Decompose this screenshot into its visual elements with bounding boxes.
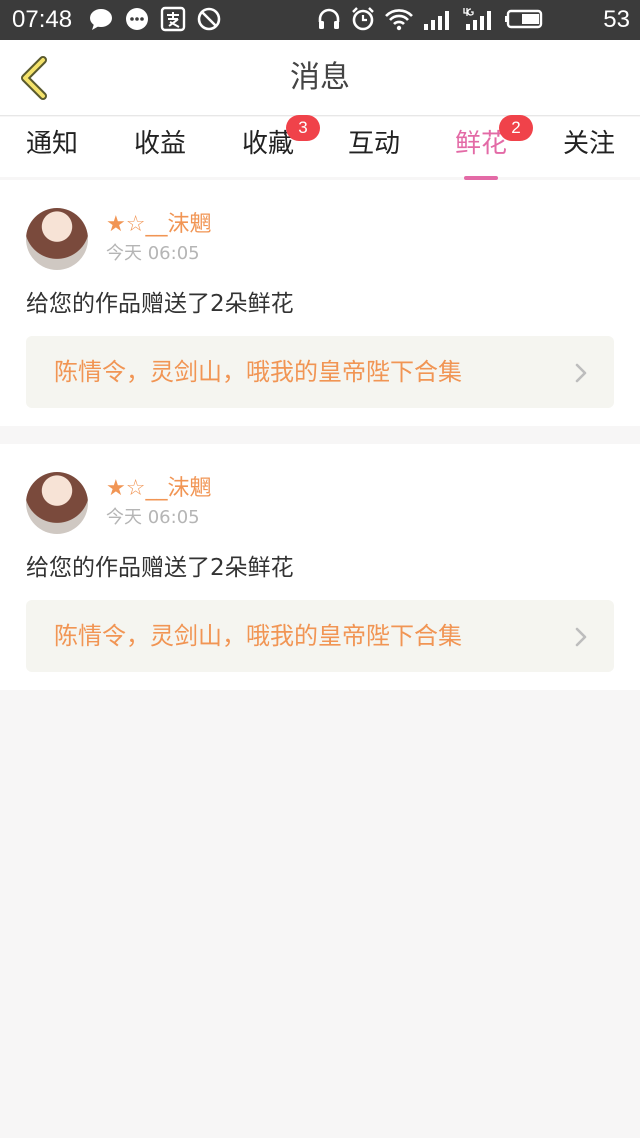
tab-label: 关注 [562, 129, 615, 159]
avatar[interactable] [26, 472, 88, 534]
block-icon [197, 7, 221, 31]
tab-favorites[interactable]: 收藏 3 [240, 115, 320, 171]
alipay-icon [160, 6, 186, 32]
sender-name[interactable]: ★☆__沫魍 [106, 474, 211, 504]
flowers-count-badge: 2 [499, 115, 533, 141]
tab-notice[interactable]: 通知 [24, 127, 80, 171]
tab-label: 通知 [25, 129, 78, 159]
tab-label: 互动 [347, 129, 400, 159]
status-time: 07:48 [12, 6, 73, 33]
work-title: 陈情令，灵剑山，哦我的皇帝陛下合集 [54, 622, 462, 650]
alarm-icon [352, 7, 374, 31]
top-app-bar: 消息 [0, 40, 640, 116]
message-text: 给您的作品赠送了2朵鲜花 [26, 291, 294, 317]
message-icon [126, 8, 148, 30]
tab-follow[interactable]: 关注 [561, 127, 617, 171]
message-card: ★☆__沫魍 今天 06:05 给您的作品赠送了2朵鲜花 陈情令，灵剑山，哦我的… [0, 180, 640, 426]
status-bar: 07:48 53 [0, 0, 640, 40]
tab-label: 收藏 [241, 129, 294, 159]
signal-4g-icon [463, 8, 491, 30]
avatar[interactable] [26, 208, 88, 270]
work-title: 陈情令，灵剑山，哦我的皇帝陛下合集 [54, 358, 462, 386]
signal-icon [424, 11, 449, 30]
status-right-icons [316, 6, 544, 32]
message-time: 今天 06:05 [106, 243, 200, 264]
page-title: 消息 [290, 60, 350, 95]
battery-icon [505, 9, 543, 29]
wifi-icon [385, 9, 413, 31]
tab-flowers[interactable]: 鲜花 2 [453, 115, 533, 180]
favorites-count-badge: 3 [286, 115, 320, 141]
work-link[interactable]: 陈情令，灵剑山，哦我的皇帝陛下合集 [26, 336, 614, 408]
work-link[interactable]: 陈情令，灵剑山，哦我的皇帝陛下合集 [26, 600, 614, 672]
tab-income[interactable]: 收益 [132, 127, 188, 171]
battery-level: 53 [603, 6, 630, 33]
sender-name[interactable]: ★☆__沫魍 [106, 210, 211, 240]
message-tabs: 通知 收益 收藏 3 互动 鲜花 2 关注 [0, 115, 640, 180]
chevron-right-icon [575, 363, 587, 383]
chevron-right-icon [575, 627, 587, 647]
tab-label: 收益 [133, 129, 186, 159]
status-left-icons [88, 6, 222, 32]
chat-bubble-icon [90, 9, 112, 30]
message-card: ★☆__沫魍 今天 06:05 给您的作品赠送了2朵鲜花 陈情令，灵剑山，哦我的… [0, 444, 640, 690]
tab-label: 鲜花 [454, 129, 507, 159]
message-time: 今天 06:05 [106, 507, 200, 528]
tab-interaction[interactable]: 互动 [346, 127, 402, 171]
message-text: 给您的作品赠送了2朵鲜花 [26, 555, 294, 581]
headphones-icon [318, 8, 340, 29]
